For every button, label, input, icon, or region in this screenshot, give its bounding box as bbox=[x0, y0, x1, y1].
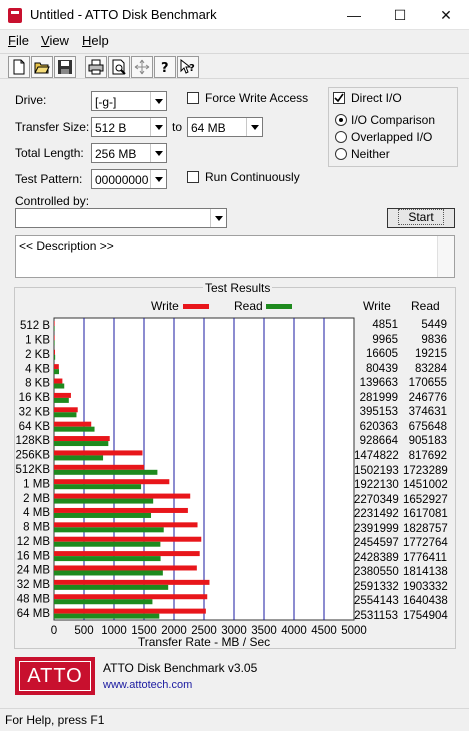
y-category-label: 8 MB bbox=[23, 522, 50, 534]
y-category-label: 16 KB bbox=[19, 392, 51, 404]
read-bar bbox=[54, 383, 65, 389]
x-axis-label: Transfer Rate - MB / Sec bbox=[138, 635, 270, 649]
write-bar bbox=[54, 407, 78, 413]
y-category-label: 64 MB bbox=[17, 608, 51, 620]
read-bar bbox=[54, 326, 55, 331]
y-category-label: 32 KB bbox=[19, 406, 51, 418]
status-bar: For Help, press F1 bbox=[0, 708, 469, 731]
write-bar bbox=[54, 565, 197, 571]
write-bar bbox=[54, 392, 71, 398]
x-tick-label: 1000 bbox=[101, 625, 127, 637]
x-tick-label: 4000 bbox=[281, 625, 307, 637]
write-bar bbox=[54, 436, 110, 442]
read-bar bbox=[54, 570, 163, 576]
write-bar bbox=[54, 579, 210, 585]
write-bar bbox=[54, 335, 55, 341]
y-category-label: 512KB bbox=[15, 464, 50, 476]
read-bar bbox=[54, 527, 164, 533]
read-bar bbox=[54, 498, 154, 504]
y-category-label: 12 MB bbox=[17, 536, 51, 548]
read-bar bbox=[54, 512, 152, 518]
write-bar bbox=[54, 464, 145, 470]
atto-logo: ATTO bbox=[15, 657, 95, 695]
write-bar bbox=[54, 479, 170, 485]
status-text: For Help, press F1 bbox=[5, 713, 105, 727]
write-bar bbox=[54, 321, 55, 326]
write-bar bbox=[54, 594, 208, 600]
x-tick-label: 500 bbox=[74, 625, 93, 637]
y-category-label: 16 MB bbox=[17, 550, 51, 562]
read-bar bbox=[54, 613, 160, 619]
y-category-label: 8 KB bbox=[25, 378, 50, 390]
write-bar bbox=[54, 608, 206, 614]
y-category-label: 4 KB bbox=[25, 363, 50, 375]
y-category-label: 4 MB bbox=[23, 507, 50, 519]
y-category-label: 512 B bbox=[20, 320, 50, 332]
read-bar bbox=[54, 469, 158, 475]
read-bar bbox=[54, 426, 95, 432]
x-tick-label: 5000 bbox=[341, 625, 367, 637]
read-bar bbox=[54, 369, 59, 375]
read-bar bbox=[54, 354, 56, 360]
write-bar bbox=[54, 378, 63, 384]
read-bar bbox=[54, 397, 69, 403]
y-category-label: 48 MB bbox=[17, 593, 51, 605]
read-bar bbox=[54, 599, 153, 605]
write-bar bbox=[54, 493, 191, 499]
write-bar bbox=[54, 507, 188, 513]
write-bar bbox=[54, 450, 143, 456]
read-bar bbox=[54, 340, 55, 346]
write-bar bbox=[54, 551, 200, 557]
y-category-label: 2 MB bbox=[23, 493, 50, 505]
read-bar bbox=[54, 455, 104, 461]
read-bar bbox=[54, 441, 109, 447]
x-tick-label: 4500 bbox=[311, 625, 337, 637]
product-version: ATTO Disk Benchmark v3.05 bbox=[103, 661, 258, 675]
y-category-label: 2 KB bbox=[25, 349, 50, 361]
write-bar bbox=[54, 522, 198, 528]
y-category-label: 1 KB bbox=[25, 335, 50, 347]
write-bar bbox=[54, 349, 55, 355]
y-category-label: 256KB bbox=[15, 450, 50, 462]
read-bar bbox=[54, 541, 161, 547]
write-bar bbox=[54, 421, 92, 427]
read-bar bbox=[54, 584, 169, 590]
y-category-label: 64 KB bbox=[19, 421, 51, 433]
y-category-label: 1 MB bbox=[23, 478, 50, 490]
read-bar bbox=[54, 484, 142, 490]
write-bar bbox=[54, 364, 59, 370]
y-category-label: 24 MB bbox=[17, 565, 51, 577]
transfer-rate-chart: 0 500 1000 1500 2000 2500 3000 3500 4000 4500 5000… bbox=[15, 317, 367, 649]
read-bar bbox=[54, 412, 77, 418]
x-tick-label: 0 bbox=[51, 625, 57, 637]
website-link[interactable]: www.attotech.com bbox=[103, 679, 192, 691]
atto-logo-text: ATTO bbox=[19, 661, 91, 691]
y-category-label: 128KB bbox=[15, 435, 50, 447]
write-bar bbox=[54, 536, 202, 542]
read-bar bbox=[54, 556, 161, 562]
y-category-label: 32 MB bbox=[17, 579, 51, 591]
